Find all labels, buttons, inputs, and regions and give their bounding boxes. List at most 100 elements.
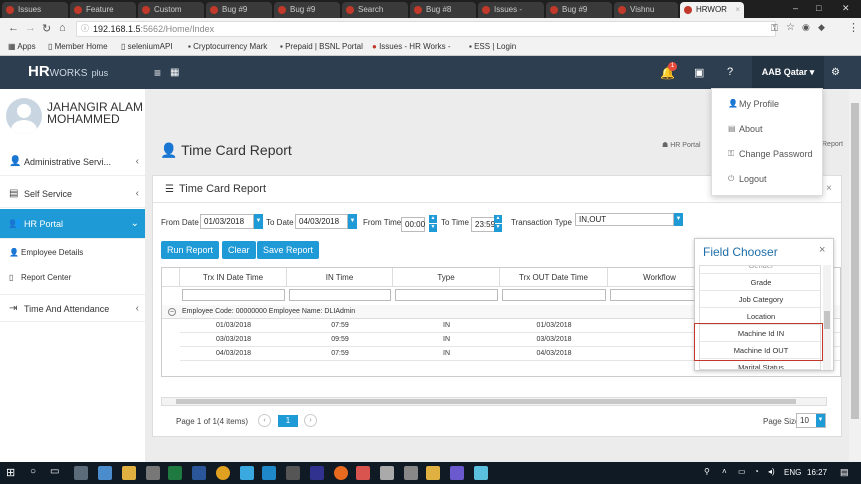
volume-icon[interactable]: ◂) [768, 467, 775, 476]
column-header[interactable]: Type [393, 268, 500, 287]
tab-close-icon[interactable]: × [735, 2, 740, 18]
firefox-icon[interactable] [334, 466, 348, 480]
from-date-dropdown-icon[interactable]: ▼ [254, 214, 263, 229]
taskbar-app-icon[interactable] [262, 466, 276, 480]
browser-tab[interactable]: Issues [2, 2, 68, 18]
excel-icon[interactable] [168, 466, 182, 480]
network-icon[interactable]: ◔ [754, 467, 759, 476]
field-chooser-item[interactable]: Job Category [700, 291, 820, 308]
column-filter-input[interactable] [289, 289, 391, 301]
home-icon[interactable]: ⌂ [59, 22, 66, 34]
bookmark[interactable]: ▯ Member Home [48, 42, 108, 51]
taskbar-app-icon[interactable] [474, 466, 488, 480]
browser-tab[interactable]: Bug #9 [546, 2, 612, 18]
browser-tab[interactable]: Issues - [478, 2, 544, 18]
browser-tab[interactable]: Feature [70, 2, 136, 18]
from-time-down-icon[interactable]: ▼ [429, 224, 437, 232]
calculator-icon[interactable] [380, 466, 394, 480]
sidebar-subitem-employee-details[interactable]: 👤 Employee Details [0, 240, 145, 265]
from-time-input[interactable]: 00:00 [401, 217, 425, 232]
settings-icon[interactable]: ⚙ [831, 67, 840, 78]
taskbar-app-icon[interactable] [146, 466, 160, 480]
taskbar-app-icon[interactable] [98, 466, 112, 480]
to-time-down-icon[interactable]: ▼ [494, 224, 502, 232]
chevron-down-icon[interactable]: ▼ [816, 414, 825, 427]
search-icon[interactable]: ○ [30, 466, 36, 477]
bookmark[interactable]: ▯ seleniumAPI [121, 42, 173, 51]
back-icon[interactable]: ← [8, 22, 19, 34]
run-report-button[interactable]: Run Report [161, 241, 220, 259]
forward-icon[interactable]: → [25, 22, 36, 34]
field-chooser-item[interactable]: Gender [700, 266, 820, 274]
notification-center-icon[interactable]: ▤ [840, 467, 849, 478]
page-size-select[interactable]: 10 ▼ [796, 413, 826, 428]
reload-icon[interactable]: ↻ [42, 22, 51, 35]
column-header[interactable]: Trx OUT Date Time [500, 268, 608, 287]
grid-icon[interactable]: ▦ [170, 67, 179, 78]
menu-item-change-password[interactable]: ⚿ Change Password [728, 149, 813, 159]
taskbar-app-icon[interactable] [74, 466, 88, 480]
save-report-button[interactable]: Save Report [257, 241, 320, 259]
next-page-icon[interactable]: › [304, 414, 317, 427]
column-filter-input[interactable] [182, 289, 285, 301]
sidebar-item-time-attendance[interactable]: ⇥ Time And Attendance ‹ [0, 294, 145, 322]
language-indicator[interactable]: ENG [784, 468, 801, 477]
calendar-icon[interactable]: ▣ [694, 66, 704, 79]
taskbar-app-icon[interactable] [356, 466, 370, 480]
clock[interactable]: 16:27 [807, 468, 827, 477]
bookmark[interactable]: ● Issues - HR Works - [372, 42, 451, 51]
star-icon[interactable]: ☆ [786, 22, 795, 33]
maximize-icon[interactable]: □ [816, 0, 821, 16]
grid-horizontal-scrollbar[interactable] [161, 397, 827, 406]
browser-tab-active[interactable]: HRWOR × [680, 2, 744, 18]
bookmark[interactable]: ▪ Cryptocurrency Mark [188, 42, 267, 51]
chevron-up-icon[interactable]: ˄ [722, 467, 727, 476]
column-filter-input[interactable] [395, 289, 498, 301]
column-header[interactable]: IN Time [287, 268, 393, 287]
to-date-dropdown-icon[interactable]: ▼ [348, 214, 357, 229]
transaction-type-select[interactable]: IN,OUT [575, 213, 674, 226]
browser-tab[interactable]: Bug #9 [274, 2, 340, 18]
menu-item-logout[interactable]: ⏻ Logout [728, 174, 767, 184]
task-view-icon[interactable]: ▭ [50, 466, 59, 477]
people-icon[interactable]: ⚲ [704, 467, 710, 476]
key-icon[interactable]: ⚿ [771, 23, 778, 34]
bookmark[interactable]: ▪ ESS | Login [469, 42, 516, 51]
help-icon[interactable]: ? [727, 66, 733, 78]
menu-icon[interactable]: ⋮ [848, 21, 859, 34]
browser-tab[interactable]: Vishnu [614, 2, 678, 18]
page-vertical-scrollbar[interactable] [849, 89, 861, 462]
window-close-icon[interactable]: ✕ [842, 0, 850, 16]
breadcrumb-item[interactable]: Report [822, 141, 843, 148]
sidebar-item-administrative[interactable]: 👤 Administrative Servi... ‹ [0, 148, 145, 176]
browser-tab[interactable]: Bug #9 [206, 2, 272, 18]
clear-button[interactable]: Clear [222, 241, 256, 259]
from-time-up-icon[interactable]: ▲ [429, 215, 437, 223]
taskbar-app-icon[interactable] [240, 466, 254, 480]
prev-page-icon[interactable]: ‹ [258, 414, 271, 427]
column-filter-input[interactable] [502, 289, 606, 301]
field-chooser-item[interactable]: Grade [700, 274, 820, 291]
to-time-up-icon[interactable]: ▲ [494, 215, 502, 223]
column-header[interactable]: Trx IN Date Time [180, 268, 287, 287]
sidebar-item-self-service[interactable]: ▤ Self Service ‹ [0, 180, 145, 208]
extension-icon[interactable]: ◉ [802, 22, 810, 33]
to-time-input[interactable]: 23:59 [471, 217, 495, 232]
field-chooser-close-icon[interactable]: × [819, 244, 825, 256]
scrollbar-thumb[interactable] [176, 399, 796, 404]
word-icon[interactable] [192, 466, 206, 480]
to-date-input[interactable]: 04/03/2018 [295, 214, 348, 229]
current-page-button[interactable]: 1 [278, 415, 298, 427]
minimize-icon[interactable]: – [793, 0, 798, 16]
scrollbar-thumb[interactable] [824, 311, 830, 329]
browser-tab[interactable]: Custom [138, 2, 204, 18]
collapse-icon[interactable]: – [168, 308, 176, 316]
hamburger-icon[interactable]: ≡ [154, 66, 161, 80]
sidebar-subitem-report-center[interactable]: ▯ Report Center [0, 265, 145, 290]
bookmark[interactable]: ▪ Prepaid | BSNL Portal [280, 42, 363, 51]
field-chooser-scrollbar[interactable] [823, 265, 831, 370]
browser-tab[interactable]: Bug #8 [410, 2, 476, 18]
battery-icon[interactable]: ▭ [738, 467, 746, 476]
taskbar-app-icon[interactable] [426, 466, 440, 480]
panel-close-icon[interactable]: × [826, 183, 832, 194]
